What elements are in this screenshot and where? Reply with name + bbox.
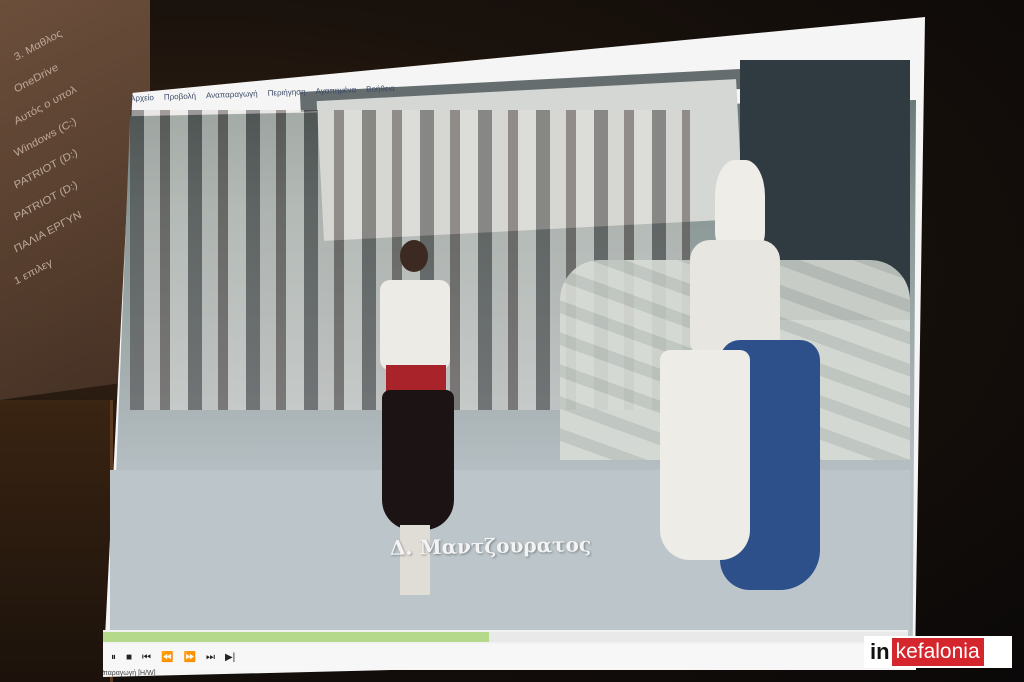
dancer-woman-apron — [660, 350, 750, 560]
previous-icon[interactable]: ⏮ — [142, 652, 151, 663]
menu-item-playback[interactable]: Αναπαραγωγή — [206, 89, 258, 100]
dancer-woman — [650, 160, 820, 620]
menu-item-navigate[interactable]: Περιήγηση — [267, 87, 305, 97]
seek-bar-remaining — [489, 632, 908, 642]
dancer-man-vraka — [382, 390, 454, 530]
dancer-woman-headscarf — [715, 160, 765, 250]
fast-forward-icon[interactable]: ⏩ — [184, 652, 196, 663]
stop-icon[interactable]: ■ — [126, 652, 132, 663]
file-explorer-list: 3. Μαθλος OneDrive Αυτός ο υπολ Windows … — [10, 0, 140, 288]
video-caption: Δ. Μαντζουρατος — [389, 532, 592, 560]
doorway — [0, 400, 113, 682]
logo-name: kefalonia — [891, 638, 984, 666]
inkefalonia-logo: in kefalonia — [864, 636, 1012, 668]
frame-step-icon[interactable]: ▶| — [225, 652, 235, 663]
menu-item-file[interactable]: Αρχείο — [130, 93, 154, 103]
seek-bar-played — [103, 632, 490, 642]
menu-item-help[interactable]: Βοήθεια — [366, 83, 395, 93]
player-status-text: παραγωγή [H/W] — [103, 670, 156, 677]
rewind-icon[interactable]: ⏪ — [161, 652, 173, 663]
logo-prefix: in — [870, 639, 890, 664]
pause-icon[interactable]: ⏸ — [111, 652, 116, 663]
seek-bar[interactable] — [103, 630, 908, 644]
next-icon[interactable]: ⏭ — [206, 652, 215, 663]
dancer-man-shirt — [380, 280, 450, 370]
dancer-man-head — [400, 240, 428, 272]
menu-item-favorites[interactable]: Αγαπημένα — [315, 85, 356, 96]
player-controls: ⏸ ■ ⏮ ⏪ ⏩ ⏭ ▶| — [103, 644, 916, 670]
menu-item-view[interactable]: Προβολή — [164, 91, 196, 101]
